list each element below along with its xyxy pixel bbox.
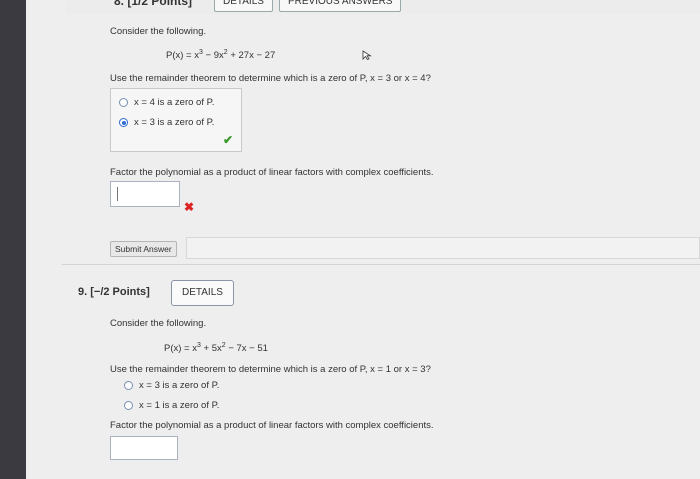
q9-question: Use the remainder theorem to determine w… [110,364,431,375]
option-label: x = 3 is a zero of P. [139,380,220,391]
mouse-cursor-icon [362,50,372,60]
details-button[interactable]: DETAILS [171,280,234,306]
section-divider [62,264,700,265]
incorrect-x-icon: ✖ [184,200,195,214]
option-label: x = 3 is a zero of P. [134,117,215,128]
q9-polynomial: P(x) = x3 + 5x2 − 7x − 51 [164,342,268,355]
details-button[interactable]: DETAILS [214,0,273,12]
q8-polynomial: P(x) = x3 − 9x2 + 27x − 27 [166,49,276,62]
q9-intro: Consider the following. [110,318,207,329]
q8-options-panel: x = 4 is a zero of P. x = 3 is a zero of… [110,88,242,152]
q9-option-x1[interactable]: x = 1 is a zero of P. [124,400,219,411]
option-label: x = 1 is a zero of P. [139,400,220,411]
option-label: x = 4 is a zero of P. [134,97,215,108]
question-8-header: 8. [1/2 Points] DETAILS PREVIOUS ANSWERS [66,0,700,14]
radio-selected[interactable] [119,118,128,127]
submit-answer-button[interactable]: Submit Answer [110,241,177,257]
q8-factor-prompt: Factor the polynomial as a product of li… [110,167,434,178]
q8-answer-input[interactable] [110,181,180,207]
radio-unselected[interactable] [124,381,133,390]
q9-factor-prompt: Factor the polynomial as a product of li… [110,420,434,431]
question-9-label: 9. [−/2 Points] [78,286,150,298]
q8-question: Use the remainder theorem to determine w… [110,73,431,84]
q8-option-x3[interactable]: x = 3 is a zero of P. [119,117,214,128]
question-8-label: 8. [1/2 Points] [114,0,193,8]
previous-answers-button[interactable]: PREVIOUS ANSWERS [279,0,402,12]
q8-intro: Consider the following. [110,26,207,37]
assignment-page: 8. [1/2 Points] DETAILS PREVIOUS ANSWERS… [26,0,700,479]
q9-option-x3[interactable]: x = 3 is a zero of P. [124,380,219,391]
correct-check-icon: ✔ [223,133,234,147]
text-caret [117,187,118,201]
radio-unselected[interactable] [124,401,133,410]
q8-option-x4[interactable]: x = 4 is a zero of P. [119,97,214,108]
radio-unselected[interactable] [119,98,128,107]
feedback-area [186,237,700,259]
q9-answer-input[interactable] [110,436,178,460]
